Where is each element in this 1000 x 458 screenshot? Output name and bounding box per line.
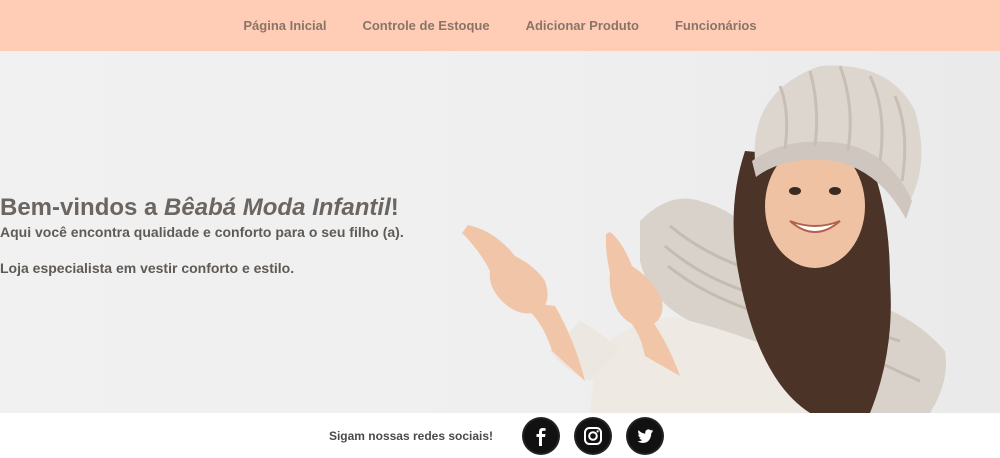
footer-text: Sigam nossas redes sociais! [328, 428, 494, 443]
instagram-icon[interactable] [576, 418, 611, 453]
hero-title-brand: Bêabá Moda Infantil [164, 194, 391, 221]
twitter-icon[interactable] [628, 418, 663, 453]
nav-stock-control[interactable]: Controle de Estoque [362, 18, 489, 33]
footer: Sigam nossas redes sociais! [0, 413, 1000, 458]
hero-title-prefix: Bem-vindos a [0, 194, 165, 221]
nav-home[interactable]: Página Inicial [243, 18, 326, 33]
hero-banner: Bem-vindos a Bêabá Moda Infantil! Aqui v… [0, 51, 1000, 413]
hero-subtitle-2: Loja especialista em vestir conforto e e… [0, 260, 295, 276]
nav-employees[interactable]: Funcionários [675, 18, 757, 33]
top-navigation: Página Inicial Controle de Estoque Adici… [0, 0, 1000, 51]
hero-title: Bem-vindos a Bêabá Moda Infantil! [0, 193, 404, 223]
hero-text-block: Bem-vindos a Bêabá Moda Infantil! Aqui v… [0, 193, 404, 277]
hero-title-suffix: ! [390, 194, 399, 221]
facebook-icon[interactable] [524, 418, 559, 453]
nav-add-product[interactable]: Adicionar Produto [526, 18, 639, 33]
hero-subtitle-1: Aqui você encontra qualidade e conforto … [0, 224, 404, 240]
hero-photo [462, 65, 946, 413]
